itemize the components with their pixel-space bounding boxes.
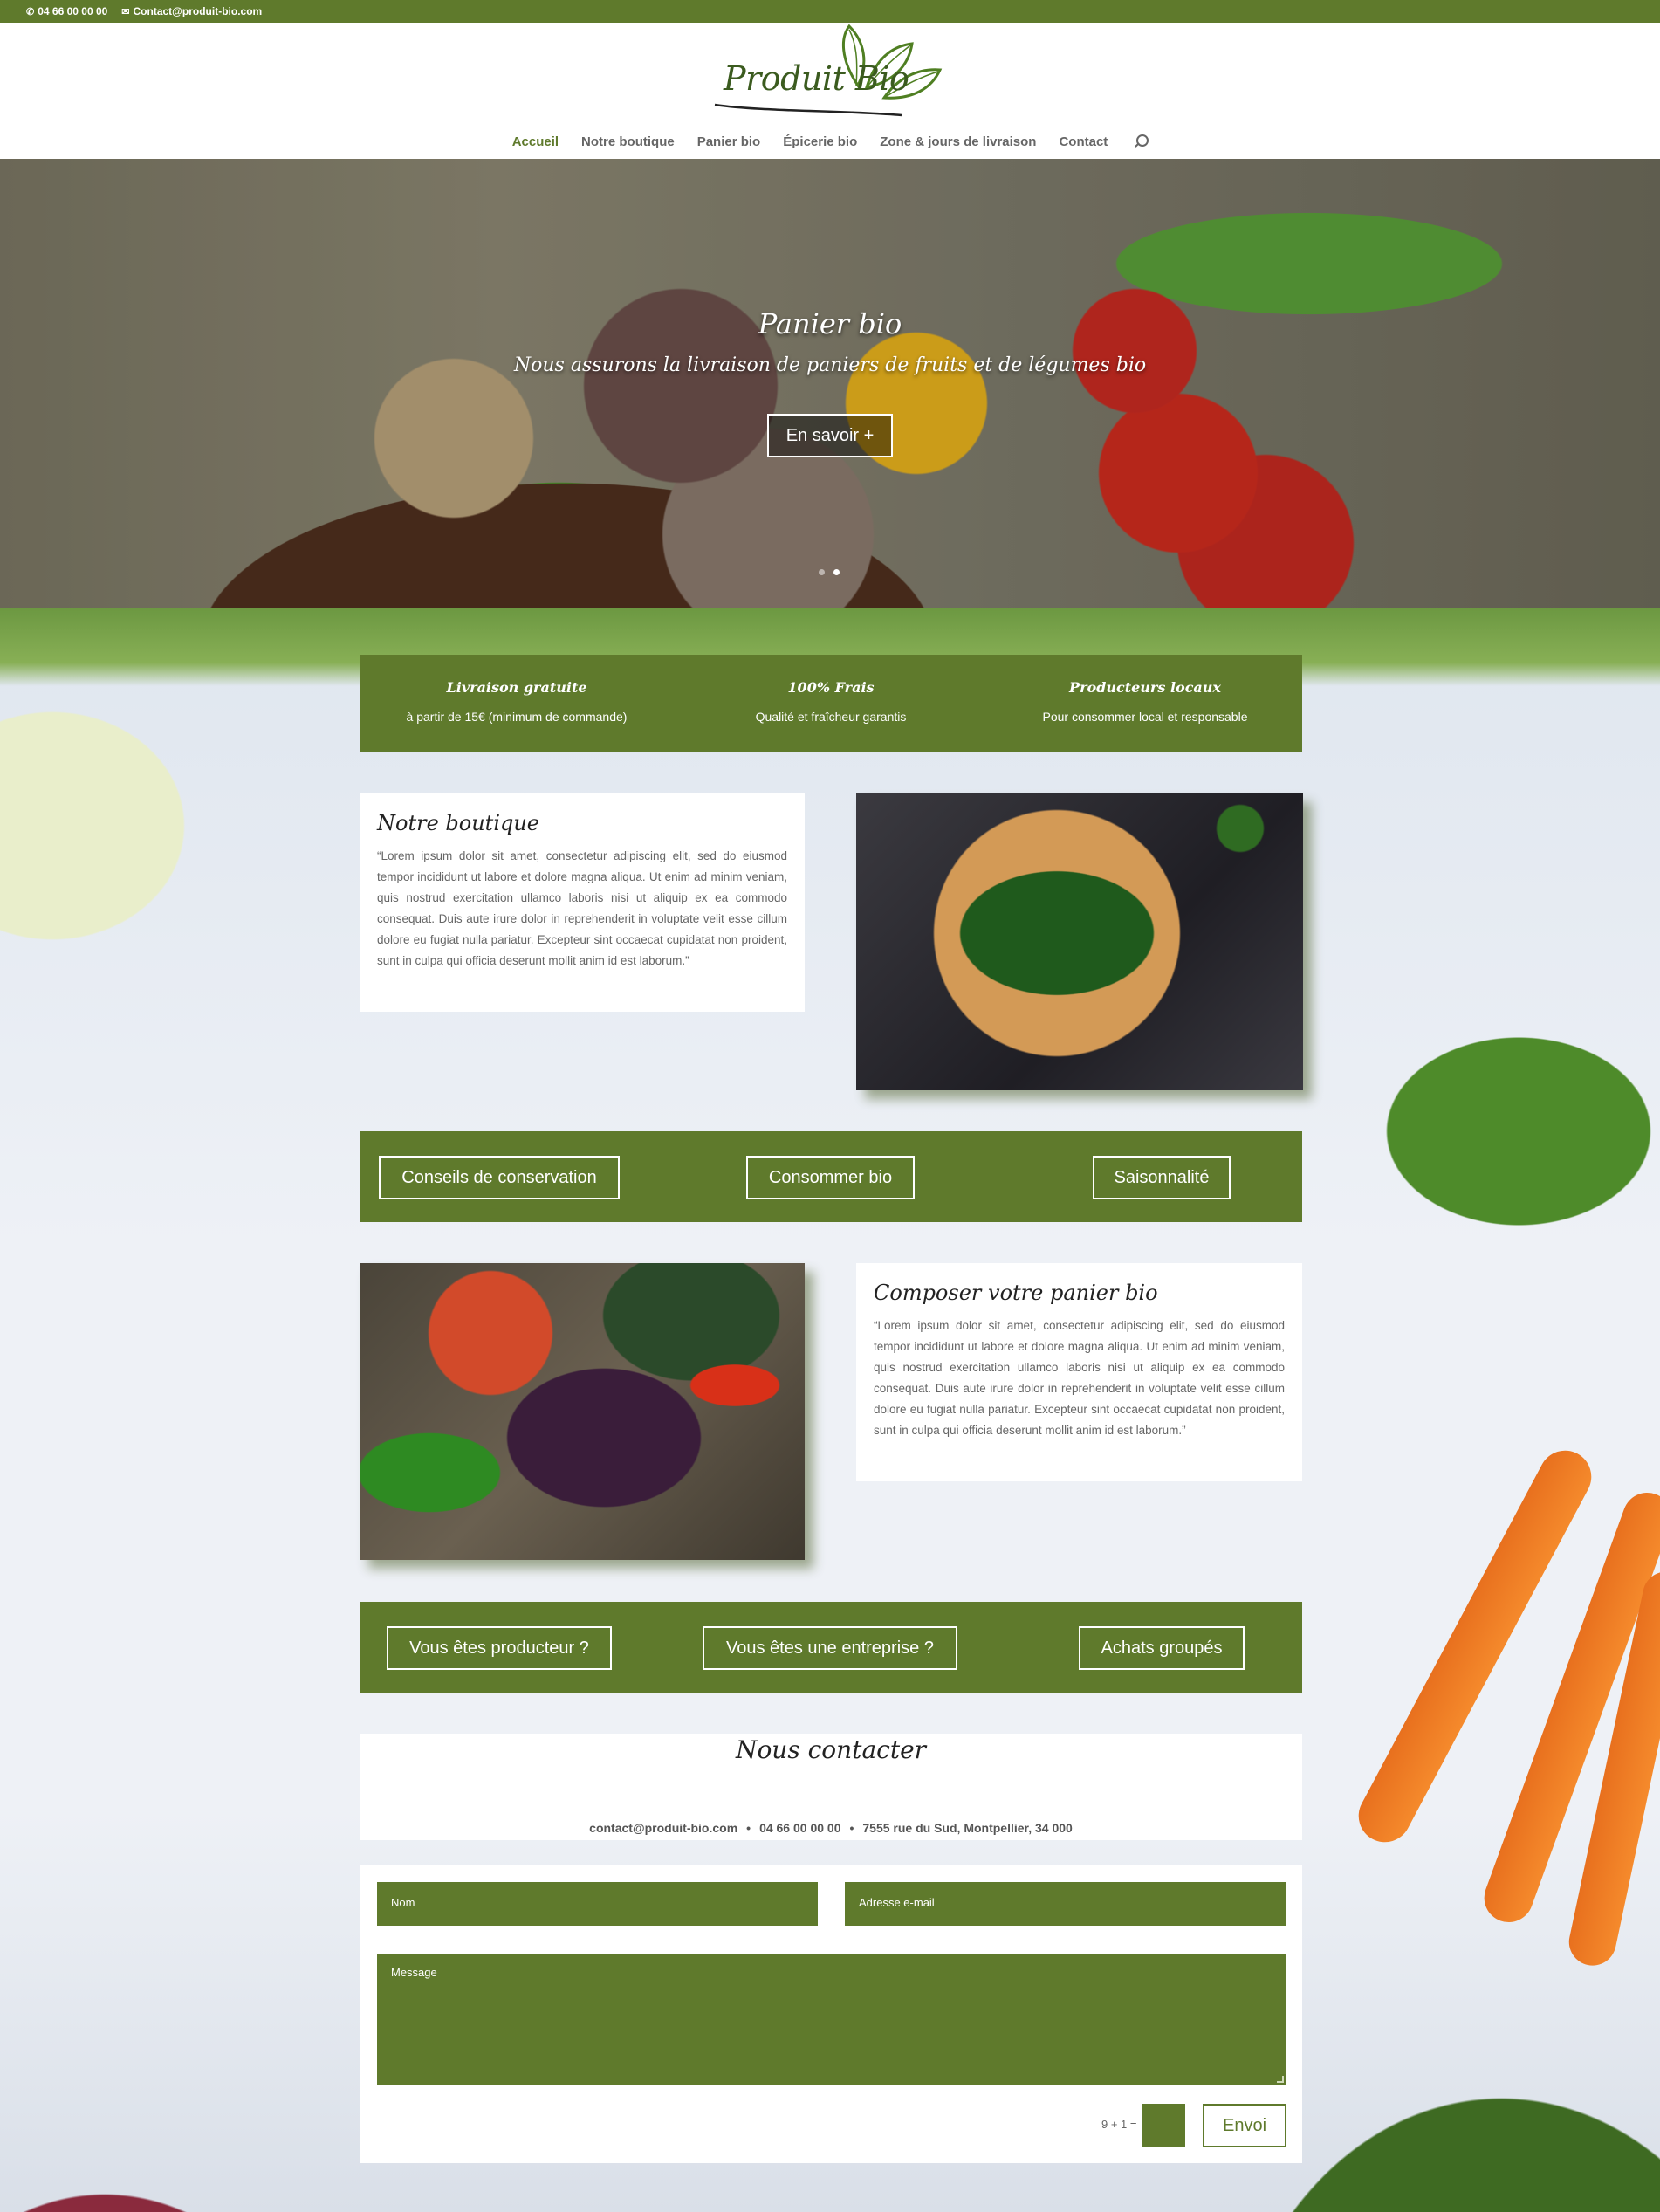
email-contact[interactable]: ✉ Contact@produit-bio.com [121, 5, 262, 17]
nav-panier-bio[interactable]: Panier bio [697, 134, 761, 149]
contact-email[interactable]: contact@produit-bio.com [589, 1821, 737, 1835]
hero-subtitle: Nous assurons la livraison de paniers de… [513, 354, 1147, 376]
hero-title: Panier bio [758, 307, 902, 340]
hero-slider: Panier bio Nous assurons la livraison de… [0, 159, 1660, 608]
captcha-input[interactable] [1142, 2104, 1185, 2147]
entreprise-button[interactable]: Vous êtes une entreprise ? [703, 1626, 957, 1670]
feature-desc: Qualité et fraîcheur garantis [755, 710, 907, 724]
nav-notre-boutique[interactable]: Notre boutique [581, 134, 675, 149]
nav-zone-livraison[interactable]: Zone & jours de livraison [880, 134, 1036, 149]
slider-dot-1[interactable] [819, 569, 825, 575]
hero-cta-button[interactable]: En savoir + [767, 414, 893, 457]
feature-title: 100% Frais [787, 679, 875, 696]
name-field[interactable]: Nom [377, 1882, 818, 1926]
contact-form: Nom Adresse e-mail Message 9 + 1 = Envoi [360, 1865, 1302, 2163]
site-logo[interactable]: Produit Bio [710, 24, 945, 122]
message-placeholder: Message [391, 1966, 437, 1979]
search-icon[interactable] [1134, 134, 1149, 148]
boutique-text: “Lorem ipsum dolor sit amet, consectetur… [377, 849, 787, 967]
resize-handle-icon[interactable] [1277, 2076, 1284, 2083]
feature-livraison: Livraison gratuite à partir de 15€ (mini… [360, 655, 674, 752]
composer-text: “Lorem ipsum dolor sit amet, consectetur… [874, 1319, 1285, 1437]
top-bar: ✆ 04 66 00 00 00 ✉ Contact@produit-bio.com [0, 0, 1660, 23]
submit-button[interactable]: Envoi [1203, 2104, 1286, 2147]
feature-desc: Pour consommer local et responsable [1042, 710, 1248, 724]
conseils-conservation-button[interactable]: Conseils de conservation [379, 1156, 620, 1199]
consommer-bio-button[interactable]: Consommer bio [746, 1156, 915, 1199]
composer-title: Composer votre panier bio [874, 1281, 1158, 1305]
logo-text: Produit Bio [724, 59, 909, 98]
nav-contact[interactable]: Contact [1059, 134, 1108, 149]
slider-dots [819, 569, 840, 575]
feature-frais: 100% Frais Qualité et fraîcheur garantis [674, 655, 988, 752]
info-buttons-band-2: Vous êtes producteur ? Vous êtes une ent… [360, 1602, 1302, 1693]
contact-section: Nous contacter contact@produit-bio.com • 0… [360, 1734, 1302, 1840]
hero-image [0, 159, 1660, 608]
phone-text: 04 66 00 00 00 [38, 5, 108, 17]
phone-icon: ✆ [26, 7, 35, 17]
producteur-button[interactable]: Vous êtes producteur ? [387, 1626, 612, 1670]
mail-icon: ✉ [121, 7, 130, 17]
contact-title: Nous contacter [735, 1735, 927, 1764]
feature-producteurs: Producteurs locaux Pour consommer local … [988, 655, 1302, 752]
features-strip: Livraison gratuite à partir de 15€ (mini… [360, 655, 1302, 752]
separator: • [849, 1821, 854, 1835]
nav-accueil[interactable]: Accueil [512, 134, 559, 149]
contact-info: contact@produit-bio.com • 04 66 00 00 00 • 7… [360, 1821, 1302, 1835]
feature-title: Producteurs locaux [1069, 679, 1221, 696]
main-nav: Accueil Notre boutique Panier bio Épicer… [0, 124, 1660, 159]
slider-dot-2[interactable] [833, 569, 840, 575]
email-field[interactable]: Adresse e-mail [845, 1882, 1286, 1926]
site-header: Produit Bio Accueil Notre boutique Panie… [0, 23, 1660, 159]
feature-title: Livraison gratuite [446, 679, 587, 696]
captcha-question: 9 + 1 = [1101, 2118, 1137, 2131]
contact-phone[interactable]: 04 66 00 00 00 [759, 1821, 840, 1835]
contact-address: 7555 rue du Sud, Montpellier, 34 000 [862, 1821, 1073, 1835]
separator: • [746, 1821, 751, 1835]
spinach-bowl-image [856, 793, 1303, 1090]
nav-epicerie-bio[interactable]: Épicerie bio [783, 134, 857, 149]
phone-contact[interactable]: ✆ 04 66 00 00 00 [26, 5, 107, 17]
saisonnalite-button[interactable]: Saisonnalité [1093, 1156, 1231, 1199]
feature-desc: à partir de 15€ (minimum de commande) [406, 710, 628, 724]
info-buttons-band-1: Conseils de conservation Consommer bio S… [360, 1131, 1302, 1222]
achats-groupes-button[interactable]: Achats groupés [1079, 1626, 1245, 1670]
composer-card: Composer votre panier bio “Lorem ipsum d… [856, 1263, 1302, 1481]
boutique-card: Notre boutique “Lorem ipsum dolor sit am… [360, 793, 805, 1012]
email-placeholder: Adresse e-mail [859, 1896, 935, 1909]
message-field[interactable]: Message [377, 1954, 1286, 2085]
name-placeholder: Nom [391, 1896, 415, 1909]
email-text: Contact@produit-bio.com [133, 5, 263, 17]
boutique-title: Notre boutique [377, 811, 540, 835]
vegetables-image [360, 1263, 805, 1560]
